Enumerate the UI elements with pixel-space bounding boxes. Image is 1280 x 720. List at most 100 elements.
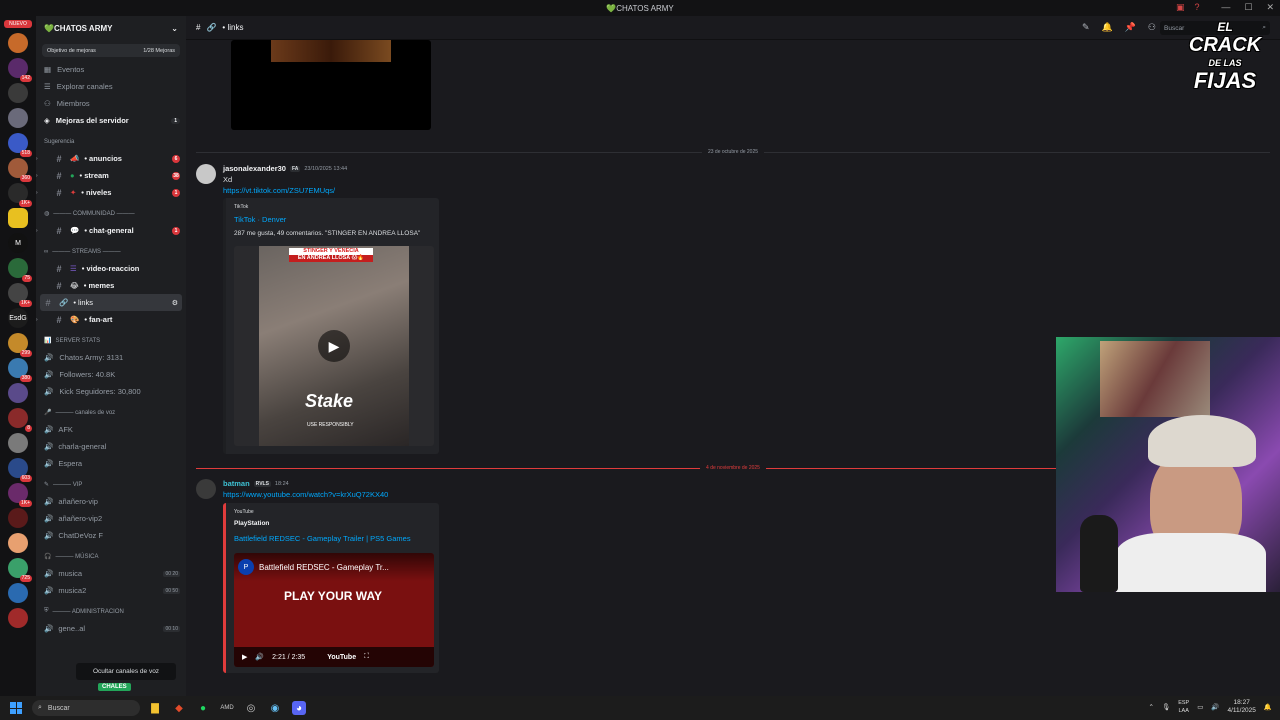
- server-icon[interactable]: [8, 33, 28, 53]
- play-icon[interactable]: ▶: [318, 330, 350, 362]
- nav-members[interactable]: ⚇ Miembros: [36, 95, 186, 112]
- server-icon[interactable]: 142: [8, 58, 32, 82]
- channel-memes[interactable]: # 😂 • memes: [36, 277, 186, 294]
- embed-title[interactable]: Battlefield REDSEC - Gameplay Trailer | …: [234, 534, 411, 543]
- server-icon[interactable]: EsdG: [8, 308, 28, 328]
- server-icon[interactable]: [8, 533, 28, 553]
- server-icon[interactable]: 360: [8, 158, 32, 182]
- server-icon[interactable]: [8, 383, 28, 403]
- nav-browse-channels[interactable]: ☰ Explorar canales: [36, 78, 186, 95]
- folder-icon[interactable]: ▇: [148, 701, 162, 715]
- help-icon[interactable]: ?: [1195, 2, 1200, 13]
- embed-author[interactable]: PlayStation: [234, 520, 269, 527]
- category-vip[interactable]: ✎ ——— VIP: [36, 476, 186, 493]
- category-stats[interactable]: 📊 SERVER STATS: [36, 332, 186, 349]
- voice-chatdevoz[interactable]: 🔊 ChatDeVoz F: [36, 527, 186, 544]
- amd-icon[interactable]: AMD: [220, 701, 234, 715]
- youtube-video[interactable]: P Battlefield REDSEC - Gameplay Tr... PL…: [234, 553, 434, 667]
- server-icon[interactable]: 1K+: [8, 183, 32, 207]
- server-icon[interactable]: 299: [8, 333, 32, 357]
- stat-members[interactable]: 🔊 Chatos Army: 3131: [36, 349, 186, 366]
- nav-events[interactable]: ▦ Eventos: [36, 61, 186, 78]
- server-icon[interactable]: 8: [8, 408, 32, 432]
- discord-icon[interactable]: ◕: [292, 701, 306, 715]
- message-link[interactable]: https://www.youtube.com/watch?v=krXuQ72K…: [223, 490, 388, 499]
- brave-icon[interactable]: ◆: [172, 701, 186, 715]
- server-icon[interactable]: 518: [8, 133, 32, 157]
- bell-icon[interactable]: 🔔: [1101, 22, 1112, 33]
- voice-musica2[interactable]: 🔊 musica2 00 50: [36, 582, 186, 599]
- server-icon[interactable]: [8, 108, 28, 128]
- server-icon[interactable]: 1K+: [8, 483, 32, 507]
- category-music[interactable]: 🎧 ——— MÚSICA: [36, 548, 186, 565]
- mic-icon[interactable]: 🎙: [1162, 703, 1170, 711]
- channel-video-reaccion[interactable]: # ☰ • video-reaccion: [36, 260, 186, 277]
- threads-icon[interactable]: ✎: [1082, 22, 1090, 33]
- category-community[interactable]: ◍ ——— COMMUNIDAD ———: [36, 205, 186, 222]
- server-icon[interactable]: 75: [8, 258, 32, 282]
- server-icon[interactable]: 603: [8, 458, 32, 482]
- network-icon[interactable]: ▭: [1197, 703, 1203, 711]
- play-icon[interactable]: ▶: [242, 653, 247, 661]
- fullscreen-icon[interactable]: ⛶: [364, 653, 369, 661]
- minimize-icon[interactable]: —: [1221, 2, 1230, 13]
- steam-icon[interactable]: ◉: [268, 701, 282, 715]
- channel-anuncios[interactable]: › # 📣 • anuncios 6: [36, 150, 186, 167]
- category-voice[interactable]: 🎤 ——— canales de voz: [36, 404, 186, 421]
- nav-server-boosts[interactable]: ◈ Mejoras del servidor 1: [36, 112, 186, 129]
- avatar[interactable]: [196, 479, 216, 499]
- youtube-logo[interactable]: YouTube: [327, 654, 356, 661]
- server-icon[interactable]: [8, 508, 28, 528]
- avatar[interactable]: [196, 164, 216, 184]
- server-icon[interactable]: [8, 208, 28, 228]
- members-icon[interactable]: ⚇: [1148, 22, 1156, 33]
- message-link[interactable]: https://vt.tiktok.com/ZSU7EMUqs/: [223, 186, 335, 195]
- server-header[interactable]: 💚CHATOS ARMY ⌄: [36, 16, 186, 40]
- channel-niveles[interactable]: › # ✦ • niveles 1: [36, 184, 186, 201]
- server-icon[interactable]: 380: [8, 358, 32, 382]
- voice-espera[interactable]: 🔊 Espera: [36, 455, 186, 472]
- channel-stream[interactable]: › # ● • stream 38: [36, 167, 186, 184]
- server-icon[interactable]: 1K+: [8, 283, 32, 307]
- obs-icon[interactable]: ◎: [244, 701, 258, 715]
- pin-icon[interactable]: 📌: [1125, 22, 1136, 33]
- category-streams[interactable]: ∞ ——— STREAMS ———: [36, 243, 186, 260]
- inbox-icon[interactable]: ▣: [1176, 2, 1185, 13]
- voice-charla-general[interactable]: 🔊 charla-general: [36, 438, 186, 455]
- notifications-icon[interactable]: 🔔: [1264, 703, 1272, 711]
- category-admin[interactable]: ⛨ ——— ADMINISTRACION: [36, 603, 186, 620]
- settings-icon[interactable]: ⚙: [172, 299, 178, 307]
- server-icon[interactable]: 725: [8, 558, 32, 582]
- previous-embed-video[interactable]: [231, 40, 431, 130]
- stat-followers[interactable]: 🔊 Followers: 40.8K: [36, 366, 186, 383]
- volume-icon[interactable]: 🔊: [255, 653, 264, 661]
- clock[interactable]: 18:27 4/11/2025: [1227, 699, 1255, 715]
- server-icon[interactable]: [8, 433, 28, 453]
- close-icon[interactable]: ✕: [1266, 2, 1274, 13]
- server-icon[interactable]: [8, 83, 28, 103]
- channel-links[interactable]: # 🔗 • links ⚙: [40, 294, 182, 311]
- maximize-icon[interactable]: ☐: [1244, 2, 1252, 13]
- voice-vip2[interactable]: 🔊 añañero-vip2: [36, 510, 186, 527]
- stat-kick[interactable]: 🔊 Kick Seguidores: 30,800: [36, 383, 186, 400]
- channel-fan-art[interactable]: › # 🎨 • fan-art: [36, 311, 186, 328]
- voice-afk[interactable]: 🔊 AFK: [36, 421, 186, 438]
- author-name[interactable]: jasonalexander30: [223, 164, 286, 173]
- voice-vip[interactable]: 🔊 añañero-vip: [36, 493, 186, 510]
- voice-admin-general[interactable]: 🔊 gene..al 00 10: [36, 620, 186, 637]
- volume-icon[interactable]: 🔊: [1211, 703, 1219, 711]
- boost-goal[interactable]: Objetivo de mejoras 1/28 Mejoras: [42, 44, 180, 57]
- author-name[interactable]: batman: [223, 479, 250, 488]
- chevron-up-icon[interactable]: ⌃: [1148, 703, 1153, 711]
- windows-start-icon[interactable]: [10, 702, 22, 714]
- channel-chat-general[interactable]: › # 💬 • chat-general 1: [36, 222, 186, 239]
- taskbar-search[interactable]: ⌕ Buscar: [32, 700, 140, 716]
- embed-title[interactable]: TikTok · Denver: [234, 215, 286, 224]
- voice-musica[interactable]: 🔊 musica 00 20: [36, 565, 186, 582]
- gmail-icon[interactable]: M: [8, 233, 28, 253]
- spotify-icon[interactable]: ●: [196, 701, 210, 715]
- server-icon[interactable]: [8, 583, 28, 603]
- language-indicator[interactable]: ESP LAA: [1178, 699, 1189, 715]
- server-icon[interactable]: [8, 608, 28, 628]
- tiktok-video[interactable]: STINGER Y VENECIA EN ANDREA LLOSA 😱🔥 Sta…: [234, 246, 434, 446]
